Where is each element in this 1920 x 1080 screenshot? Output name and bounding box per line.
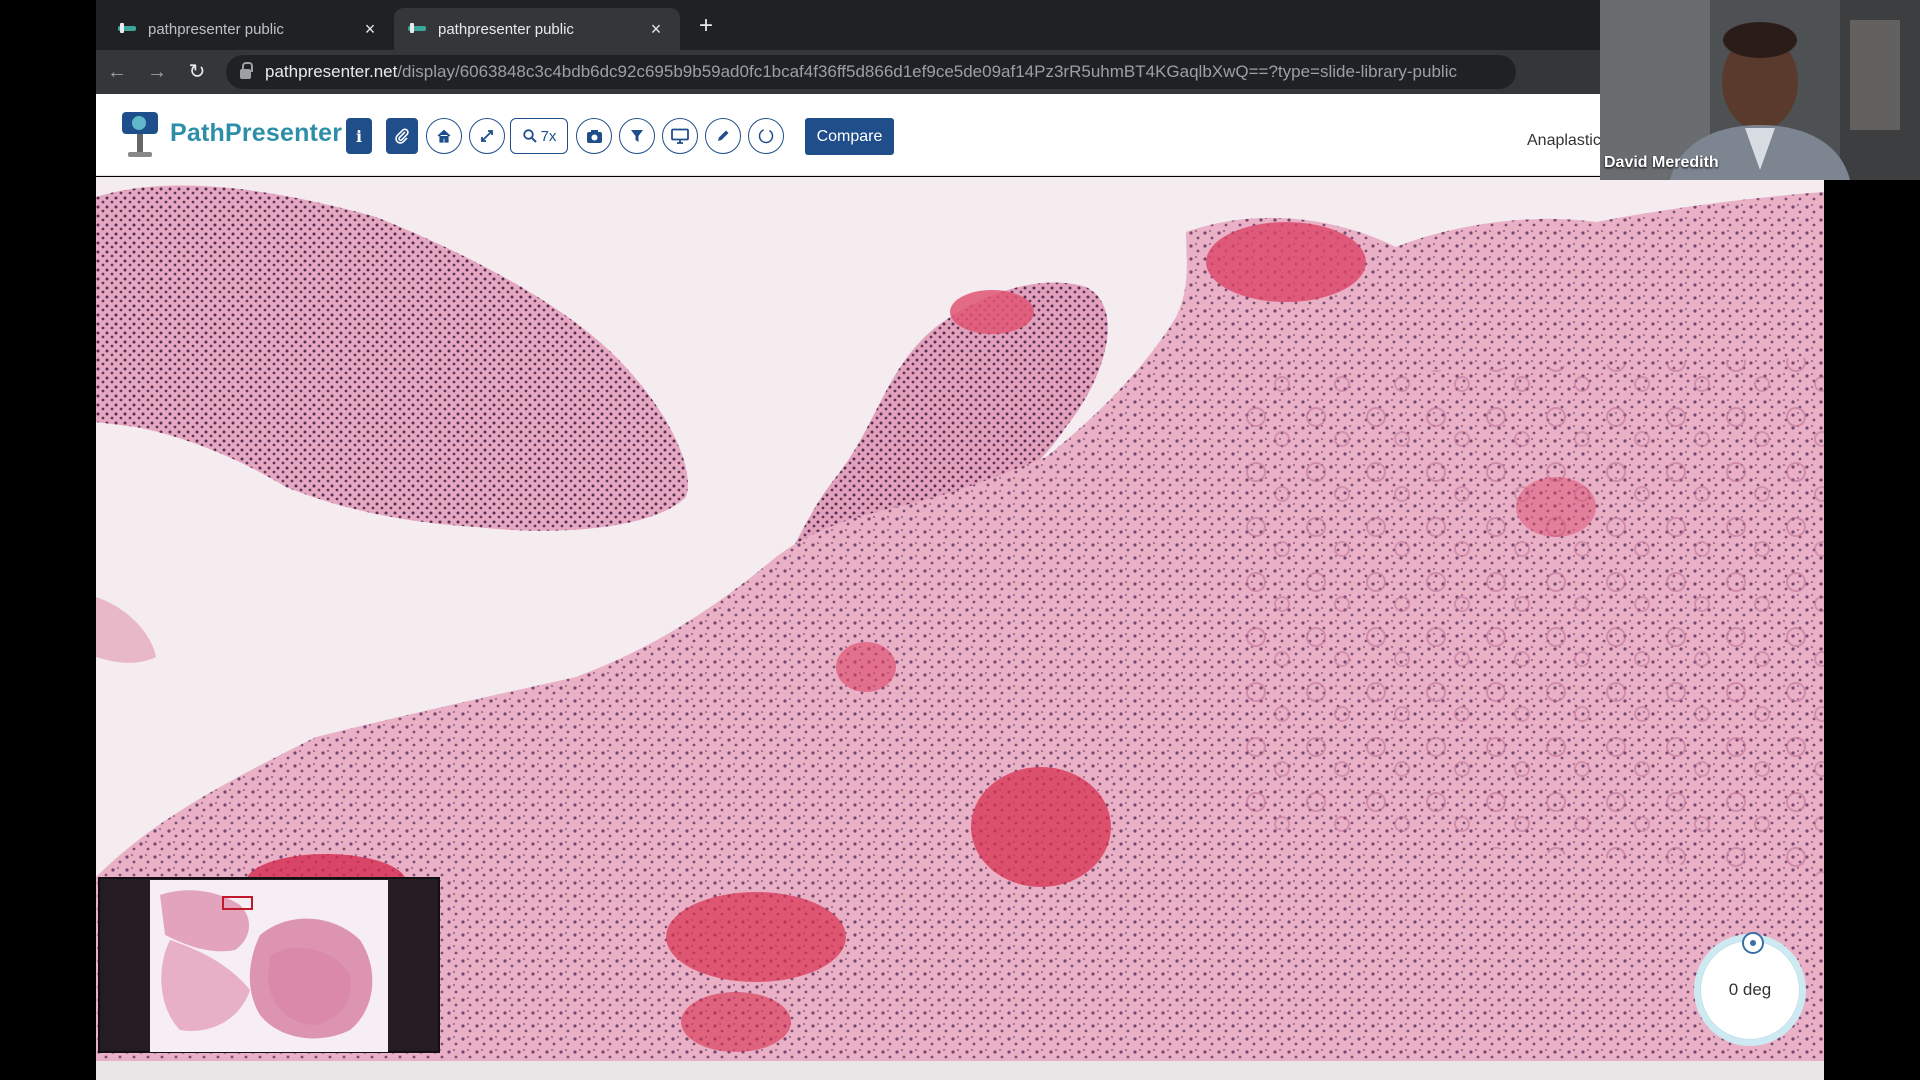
microscope-screen-icon: [118, 108, 162, 158]
tab-close-icon[interactable]: ×: [646, 19, 666, 40]
minimap-viewport-indicator[interactable]: [222, 896, 253, 910]
camera-icon: [586, 129, 602, 143]
tab-favicon-icon: [118, 23, 136, 35]
presenter-name: David Meredith: [1604, 154, 1719, 171]
tab-favicon-icon: [408, 23, 426, 35]
tab-title: pathpresenter public: [148, 20, 284, 38]
annotate-button[interactable]: [705, 118, 741, 154]
fullscreen-button[interactable]: [469, 118, 505, 154]
presenter-video-image: [1600, 0, 1920, 180]
circle-dashed-icon: [758, 128, 774, 144]
slide-title: Anaplastic: [1527, 132, 1601, 149]
url-path: /display/6063848c3c4bdb6dc92c695b9b59ad0…: [397, 62, 1457, 81]
forward-arrow-icon[interactable]: →: [138, 53, 176, 91]
info-button[interactable]: i: [346, 118, 372, 154]
url-input[interactable]: pathpresenter.net /display/6063848c3c4bd…: [226, 55, 1516, 89]
reload-icon[interactable]: ↻: [178, 53, 216, 91]
rotation-handle[interactable]: [1742, 932, 1764, 954]
slide-overview-minimap[interactable]: [98, 877, 440, 1053]
rotation-label: 0 deg: [1728, 980, 1772, 999]
tab-title: pathpresenter public: [438, 20, 574, 38]
browser-address-bar: ← → ↻ pathpresenter.net /display/6063848…: [96, 50, 1600, 94]
zoom-level-label: 7x: [540, 127, 557, 145]
filter-icon: [631, 130, 643, 142]
paperclip-icon: [395, 128, 409, 144]
browser-tab[interactable]: pathpresenter public ×: [104, 8, 394, 50]
app-logo[interactable]: PathPresenter: [118, 108, 342, 158]
back-arrow-icon[interactable]: ←: [98, 53, 136, 91]
logo-text: PathPresenter: [170, 118, 343, 147]
snapshot-button[interactable]: [576, 118, 612, 154]
new-tab-button[interactable]: +: [692, 12, 720, 40]
app-toolbar: PathPresenter i 7x Compare Anaplastic: [96, 94, 1601, 176]
browser-tab-active[interactable]: pathpresenter public ×: [394, 8, 680, 50]
presenter-webcam: David Meredith: [1600, 0, 1920, 180]
tab-close-icon[interactable]: ×: [360, 19, 380, 40]
present-button[interactable]: [662, 118, 698, 154]
monitor-icon: [671, 128, 689, 144]
home-button[interactable]: [426, 118, 462, 154]
slide-viewer[interactable]: 0 deg: [96, 177, 1824, 1061]
url-host: pathpresenter.net: [265, 62, 398, 81]
slide-thumbnail[interactable]: [150, 880, 388, 1052]
screen-frame: pathpresenter public × pathpresenter pub…: [96, 0, 1824, 1080]
expand-icon: [481, 130, 493, 142]
lock-icon: [240, 62, 253, 79]
info-icon: i: [355, 126, 363, 146]
pencil-icon: [718, 130, 729, 141]
attachment-button[interactable]: [386, 118, 418, 154]
rotate-tool-button[interactable]: [748, 118, 784, 154]
zoom-level-button[interactable]: 7x: [510, 118, 568, 154]
viewer-bottom-strip: [96, 1061, 1824, 1080]
browser-tab-bar: pathpresenter public × pathpresenter pub…: [96, 0, 1600, 50]
magnifier-icon: [522, 129, 537, 143]
compare-button[interactable]: Compare: [805, 118, 894, 155]
thumbnail-image: [160, 890, 373, 1039]
home-icon: [437, 129, 451, 143]
filter-button[interactable]: [619, 118, 655, 154]
rotation-dial[interactable]: 0 deg: [1694, 932, 1806, 1046]
